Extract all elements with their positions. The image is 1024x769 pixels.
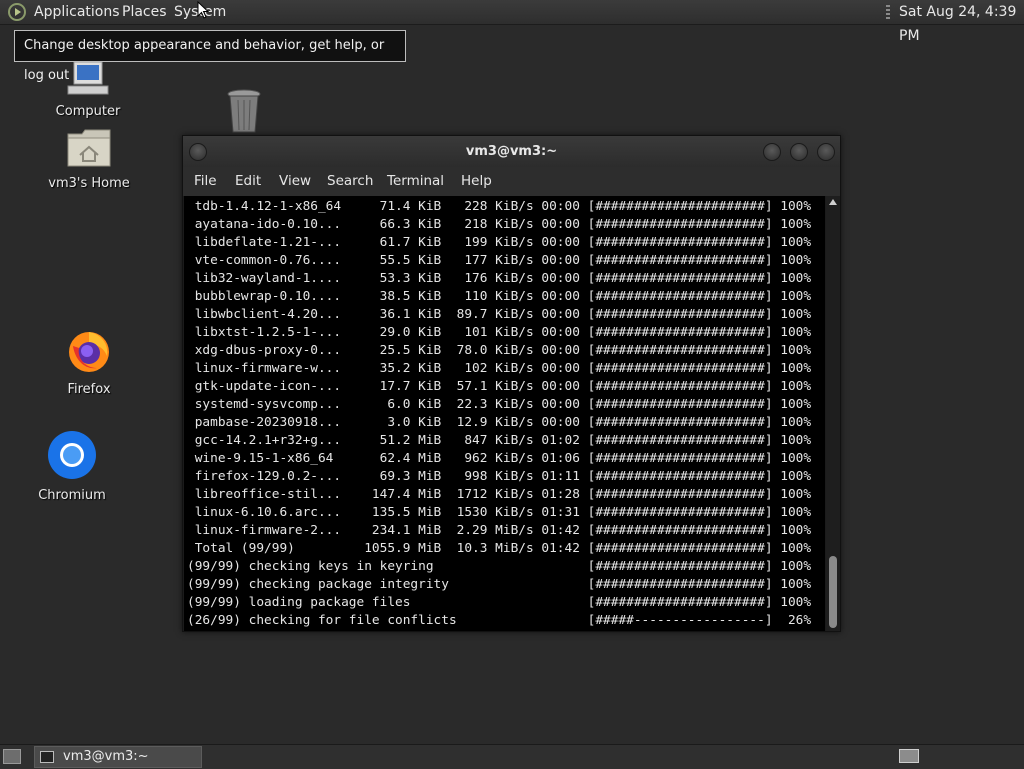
maximize-button[interactable] bbox=[790, 143, 808, 161]
desktop-icon-computer[interactable]: Computer bbox=[50, 61, 126, 119]
menu-help[interactable]: Help bbox=[461, 167, 492, 196]
firefox-icon bbox=[69, 332, 109, 372]
home-folder-icon bbox=[67, 129, 111, 167]
taskbar-terminal-button[interactable]: vm3@vm3:~ bbox=[34, 746, 202, 768]
applications-menu[interactable]: Applications bbox=[34, 0, 120, 24]
clock[interactable]: Sat Aug 24, 4:39 PM bbox=[899, 0, 1024, 48]
desktop-icon-label: Chromium bbox=[38, 488, 106, 503]
computer-icon bbox=[67, 61, 109, 95]
window-menu-icon[interactable] bbox=[189, 143, 207, 161]
places-menu[interactable]: Places bbox=[122, 0, 167, 24]
window-title: vm3@vm3:~ bbox=[465, 144, 558, 159]
desktop-icon-label: vm3's Home bbox=[48, 176, 130, 191]
desktop-icon-chromium[interactable]: Chromium bbox=[36, 430, 108, 503]
top-panel: Applications Places System Sat Aug 24, 4… bbox=[0, 0, 1024, 44]
bottom-panel: vm3@vm3:~ bbox=[0, 744, 1024, 769]
system-menu-tooltip: Change desktop appearance and behavior, … bbox=[14, 30, 406, 83]
desktop-icon-firefox[interactable]: Firefox bbox=[58, 326, 120, 397]
terminal-icon bbox=[40, 751, 54, 763]
terminal-menubar: File Edit View Search Terminal Help bbox=[183, 167, 840, 196]
scroll-up-arrow-icon[interactable] bbox=[829, 199, 837, 205]
desktop-icon-label: Computer bbox=[55, 104, 121, 119]
menu-file[interactable]: File bbox=[194, 167, 217, 196]
menu-view[interactable]: View bbox=[279, 167, 311, 196]
menu-search[interactable]: Search bbox=[327, 167, 373, 196]
menu-edit[interactable]: Edit bbox=[235, 167, 261, 196]
terminal-window: vm3@vm3:~ File Edit View Search Terminal… bbox=[182, 135, 841, 632]
taskbar-button-label: vm3@vm3:~ bbox=[63, 749, 149, 764]
terminal-output: tdb-1.4.12-1-x86_64 71.4 KiB 228 KiB/s 0… bbox=[187, 199, 812, 628]
desktop-icon-home[interactable]: vm3's Home bbox=[44, 128, 134, 191]
desktop-icon-label: Firefox bbox=[67, 382, 111, 397]
mouse-cursor-icon bbox=[197, 1, 209, 19]
close-button[interactable] bbox=[817, 143, 835, 161]
terminal-scrollbar[interactable] bbox=[826, 196, 840, 631]
chromium-icon bbox=[48, 431, 96, 479]
trash-icon bbox=[227, 89, 261, 133]
menu-terminal[interactable]: Terminal bbox=[387, 167, 444, 196]
scrollbar-thumb[interactable] bbox=[829, 556, 837, 628]
window-titlebar[interactable]: vm3@vm3:~ bbox=[183, 136, 840, 167]
terminal-output-area[interactable]: tdb-1.4.12-1-x86_64 71.4 KiB 228 KiB/s 0… bbox=[184, 196, 825, 631]
minimize-button[interactable] bbox=[763, 143, 781, 161]
panel-separator bbox=[886, 5, 890, 19]
workspace-switcher[interactable] bbox=[899, 749, 919, 763]
distro-logo-icon[interactable] bbox=[7, 3, 27, 21]
desktop-icon-trash[interactable] bbox=[222, 88, 266, 142]
show-desktop-button[interactable] bbox=[3, 749, 21, 764]
